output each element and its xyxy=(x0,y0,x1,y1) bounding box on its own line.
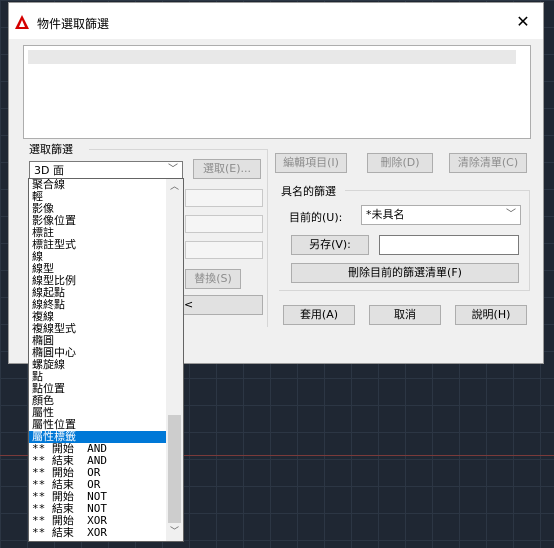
named-filters-label: 具名的篩選 xyxy=(281,185,336,198)
title-bar: 物件選取篩選 ✕ xyxy=(9,3,543,39)
dropdown-item[interactable]: 屬性標籤 xyxy=(29,431,167,443)
dropdown-item[interactable]: 橢圓中心 xyxy=(29,347,167,359)
dropdown-items: 聚合線輕影像 影像位置 標註 標註型式線線型 線型比例 線起點 線終點 複線 複線型式 橢圓 橢圓中… xyxy=(29,179,167,539)
group-divider xyxy=(529,190,530,290)
autocad-logo-icon xyxy=(15,15,29,29)
dropdown-item[interactable]: 複線 xyxy=(29,311,167,323)
dropdown-scrollbar[interactable]: ︿ ﹀ xyxy=(166,179,183,541)
y-value-field[interactable] xyxy=(185,215,263,233)
delete-current-filter-button[interactable]: 刪除目前的篩選清單(F) xyxy=(291,263,519,283)
group-divider xyxy=(345,190,529,191)
dropdown-item[interactable]: 屬性 xyxy=(29,407,167,419)
dropdown-item[interactable]: 輕 xyxy=(29,191,167,203)
dropdown-item[interactable]: 標註型式 xyxy=(29,239,167,251)
save-as-name-input[interactable] xyxy=(379,235,519,255)
current-filter-select[interactable]: *未具名 ﹀ xyxy=(361,205,521,225)
group-divider xyxy=(279,290,530,291)
cancel-button[interactable]: 取消 xyxy=(369,305,441,325)
dropdown-item[interactable]: 影像位置 xyxy=(29,215,167,227)
dropdown-item[interactable]: ** 開始 XOR xyxy=(29,515,167,527)
edit-item-button[interactable]: 編輯項目(I) xyxy=(275,153,347,173)
chevron-down-icon: ﹀ xyxy=(506,209,516,220)
close-icon[interactable]: ✕ xyxy=(511,11,535,33)
dropdown-item[interactable]: 線起點 xyxy=(29,287,167,299)
dropdown-item[interactable]: 影像 xyxy=(29,203,167,215)
help-button[interactable]: 說明(H) xyxy=(455,305,527,325)
replace-button[interactable]: 替換(S) xyxy=(185,269,241,289)
dropdown-item[interactable]: 線型 xyxy=(29,263,167,275)
dropdown-item[interactable]: 屬性位置 xyxy=(29,419,167,431)
dropdown-item[interactable]: 線 xyxy=(29,251,167,263)
group-divider xyxy=(89,149,267,150)
x-value-field[interactable] xyxy=(185,189,263,207)
filter-type-dropdown-list[interactable]: 聚合線輕影像 影像位置 標註 標註型式線線型 線型比例 線起點 線終點 複線 複線型式 橢圓 橢圓中… xyxy=(28,178,184,542)
dropdown-item[interactable]: 標註 xyxy=(29,227,167,239)
selection-filter-label: 選取篩選 xyxy=(29,143,73,156)
dropdown-item[interactable]: 點 xyxy=(29,371,167,383)
chevron-down-icon: ﹀ xyxy=(168,164,178,175)
dropdown-item[interactable]: ** 結束 NOT xyxy=(29,503,167,515)
filter-list-box[interactable] xyxy=(23,45,531,139)
scroll-up-icon[interactable]: ︿ xyxy=(166,179,183,196)
current-filter-label: 目前的(U): xyxy=(289,211,343,224)
dropdown-item[interactable]: ** 開始 OR xyxy=(29,467,167,479)
apply-button[interactable]: 套用(A) xyxy=(283,305,355,325)
filter-type-value: 3D 面 xyxy=(34,164,64,177)
dropdown-item[interactable]: ** 開始 NOT xyxy=(29,491,167,503)
dropdown-item[interactable]: 橢圓 xyxy=(29,335,167,347)
dropdown-item[interactable]: 聚合線 xyxy=(29,179,167,191)
dropdown-item[interactable]: ** 結束 OR xyxy=(29,479,167,491)
z-value-field[interactable] xyxy=(185,241,263,259)
save-as-button[interactable]: 另存(V): xyxy=(291,235,369,255)
dialog-title: 物件選取篩選 xyxy=(37,17,110,31)
dropdown-item[interactable]: 線終點 xyxy=(29,299,167,311)
scroll-thumb[interactable] xyxy=(168,415,181,523)
group-divider xyxy=(267,149,268,327)
filter-type-combo[interactable]: 3D 面 ﹀ xyxy=(29,161,183,179)
add-to-list-button[interactable]: < xyxy=(177,295,263,315)
dropdown-item[interactable]: ** 開始 AND xyxy=(29,443,167,455)
dropdown-item[interactable]: ** 結束 AND xyxy=(29,455,167,467)
dropdown-item[interactable]: 點位置 xyxy=(29,383,167,395)
dropdown-item[interactable]: 線型比例 xyxy=(29,275,167,287)
dropdown-item[interactable]: ** 結束 XOR xyxy=(29,527,167,539)
delete-button[interactable]: 刪除(D) xyxy=(367,153,433,173)
current-filter-value: *未具名 xyxy=(366,208,405,221)
select-objects-button[interactable]: 選取(E)... xyxy=(193,159,261,179)
clear-list-button[interactable]: 清除清單(C) xyxy=(449,153,527,173)
scroll-down-icon[interactable]: ﹀ xyxy=(166,524,183,541)
dropdown-item[interactable]: 複線型式 xyxy=(29,323,167,335)
list-row-placeholder xyxy=(28,50,516,64)
dropdown-item[interactable]: 顏色 xyxy=(29,395,167,407)
dropdown-item[interactable]: 螺旋線 xyxy=(29,359,167,371)
